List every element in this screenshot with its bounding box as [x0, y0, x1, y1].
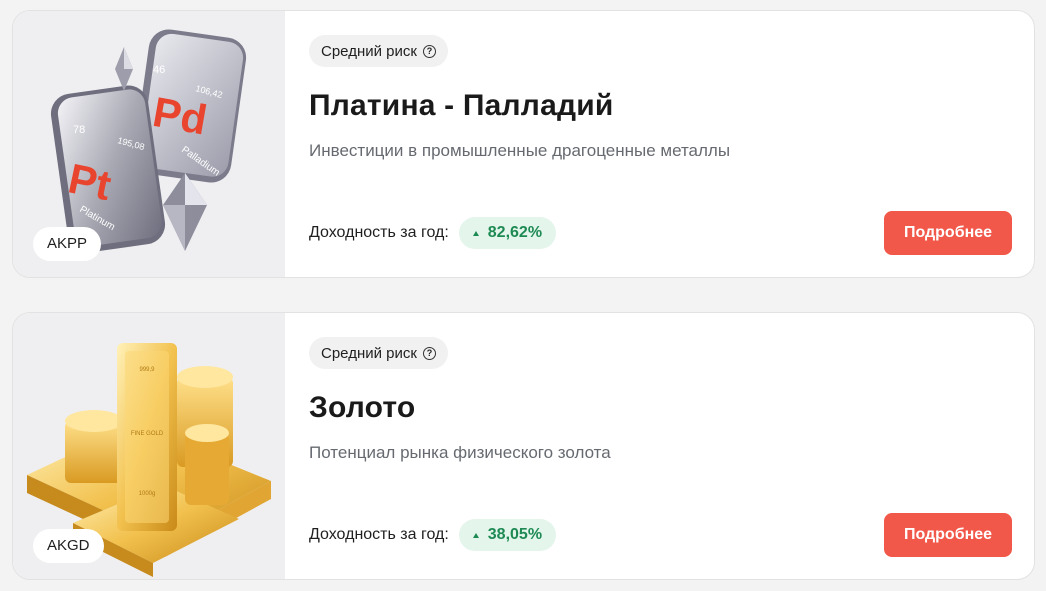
- yield-value: 38,05%: [487, 526, 543, 543]
- arrow-up-icon: [472, 230, 479, 236]
- yield-label: Доходность за год:: [309, 224, 449, 241]
- yield-value: 82,62%: [487, 224, 543, 241]
- arrow-up-icon: [472, 532, 479, 538]
- ticker-badge: AKGD: [33, 529, 104, 563]
- bar-mark: FINE GOLD: [131, 431, 164, 437]
- ticker-badge: AKPP: [33, 227, 102, 261]
- tile-symbol: Pd: [149, 88, 210, 144]
- risk-label: Средний риск: [321, 344, 417, 362]
- fund-image: 999,9 FINE GOLD 1000g AKGD: [13, 313, 285, 579]
- fund-title: Платина - Палладий: [309, 89, 614, 122]
- risk-badge[interactable]: Средний риск ?: [309, 337, 448, 369]
- fund-description: Инвестиции в промышленные драгоценные ме…: [309, 141, 731, 160]
- fund-title: Золото: [309, 391, 416, 424]
- yield-badge: 82,62%: [458, 217, 557, 249]
- risk-badge[interactable]: Средний риск ?: [309, 35, 448, 67]
- details-button[interactable]: Подробнее: [884, 211, 1012, 255]
- yield-row: Доходность за год: 82,62%: [309, 217, 557, 249]
- question-icon[interactable]: ?: [422, 346, 436, 360]
- fund-card[interactable]: 46 106,42 Pd Palladium 78 195,08 Pt Plat…: [12, 10, 1035, 278]
- fund-card[interactable]: 999,9 FINE GOLD 1000g AKGD Средний риск …: [12, 312, 1035, 580]
- question-icon[interactable]: ?: [422, 44, 436, 58]
- risk-label: Средний риск: [321, 42, 417, 60]
- fund-image: 46 106,42 Pd Palladium 78 195,08 Pt Plat…: [13, 11, 285, 277]
- details-button[interactable]: Подробнее: [884, 513, 1012, 557]
- bar-mark: 1000g: [139, 491, 156, 497]
- yield-row: Доходность за год: 38,05%: [309, 519, 557, 551]
- tile-number: 46: [153, 64, 165, 76]
- yield-label: Доходность за год:: [309, 526, 449, 543]
- fund-description: Потенциал рынка физического золота: [309, 443, 611, 462]
- tile-number: 78: [73, 124, 85, 136]
- bar-mark: 999,9: [139, 367, 155, 373]
- yield-badge: 38,05%: [458, 519, 557, 551]
